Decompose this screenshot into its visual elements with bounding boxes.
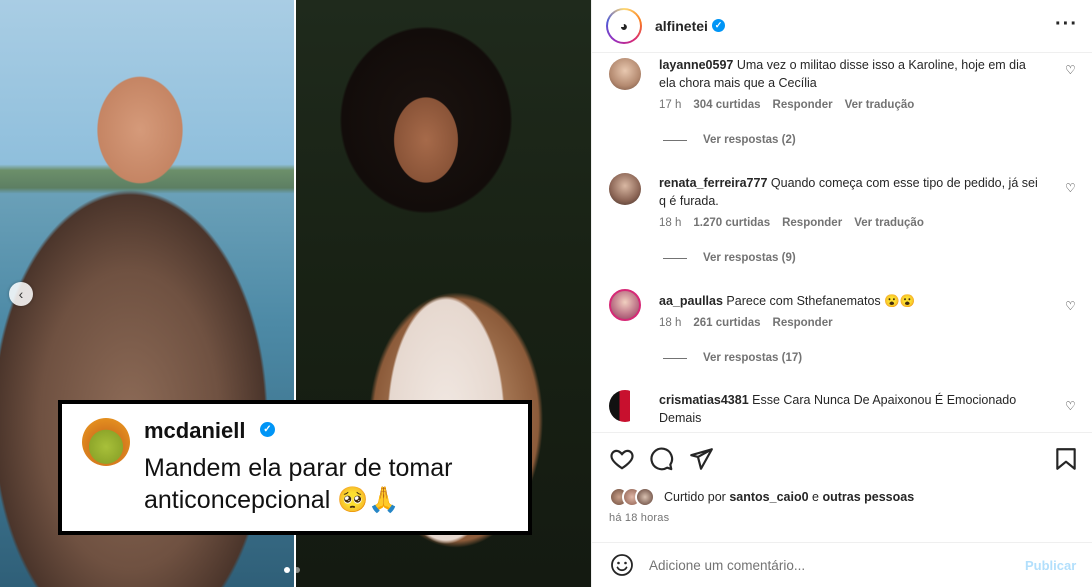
liked-by-summary[interactable]: Curtido por santos_caio0 e outras pessoa… [664, 490, 914, 504]
reply-button[interactable]: Responder [773, 99, 833, 111]
add-comment-bar: Publicar [592, 542, 1092, 587]
heart-icon[interactable] [609, 446, 635, 472]
translate-button[interactable]: Ver tradução [854, 217, 924, 229]
comment-likes[interactable]: 261 curtidas [693, 317, 760, 329]
quoted-username: mcdaniell [144, 418, 246, 443]
post-actions: Curtido por santos_caio0 e outras pessoa… [592, 432, 1092, 542]
comment-username[interactable]: crismatias4381 [659, 393, 749, 407]
comments-list[interactable]: layanne0597 Uma vez o militao disse isso… [592, 53, 1092, 432]
post-media[interactable]: ‹ mcdaniell ✓ Mandem ela parar de tomar … [0, 0, 591, 587]
heart-icon[interactable]: ♡ [1065, 181, 1076, 195]
quoted-comment-text: Mandem ela parar de tomar anticoncepcion… [144, 454, 453, 514]
comment-username[interactable]: aa_paullas [659, 294, 723, 308]
heart-icon[interactable]: ♡ [1065, 63, 1076, 77]
post-timestamp[interactable]: há 18 horas [609, 512, 669, 524]
author-avatar[interactable]: ◕ [606, 8, 642, 44]
avatar[interactable] [609, 173, 641, 205]
avatar[interactable] [609, 58, 641, 90]
heart-icon[interactable]: ♡ [1065, 399, 1076, 413]
quoted-comment-card: mcdaniell ✓ Mandem ela parar de tomar an… [58, 400, 532, 535]
comment-username[interactable]: renata_ferreira777 [659, 176, 767, 190]
view-replies-button[interactable]: Ver respostas (9) [663, 252, 796, 264]
post-header: ◕ alfinetei ✓ ··· [592, 0, 1092, 53]
send-icon[interactable] [688, 446, 714, 472]
chevron-left-icon: ‹ [18, 286, 24, 302]
comment-username[interactable]: layanne0597 [659, 58, 733, 72]
verified-badge-icon: ✓ [712, 19, 725, 32]
bookmark-icon[interactable] [1053, 446, 1079, 472]
comment-likes[interactable]: 304 curtidas [693, 99, 760, 111]
carousel-dot-active [284, 567, 290, 573]
view-replies-button[interactable]: Ver respostas (2) [663, 134, 796, 146]
verified-badge-icon: ✓ [260, 422, 275, 437]
post-side-panel: ◕ alfinetei ✓ ··· layanne0597 Uma vez o … [591, 0, 1092, 587]
comment-text: Parece com Sthefanematos 😮😮 [726, 294, 916, 308]
avatar[interactable] [609, 289, 641, 321]
comment-input[interactable] [649, 555, 1009, 575]
publish-button[interactable]: Publicar [1025, 558, 1076, 573]
heart-icon[interactable]: ♡ [1065, 299, 1076, 313]
carousel-prev-button[interactable]: ‹ [9, 282, 33, 306]
comment-time: 18 h [659, 217, 682, 229]
more-horizontal-icon[interactable]: ··· [1055, 13, 1078, 36]
comment-icon[interactable] [648, 446, 674, 472]
carousel-dot [294, 567, 300, 573]
view-replies-button[interactable]: Ver respostas (17) [663, 352, 802, 364]
comment-time: 17 h [659, 99, 682, 111]
liked-by-avatars[interactable] [609, 487, 661, 507]
reply-button[interactable]: Responder [782, 217, 842, 229]
emoji-icon[interactable] [610, 553, 634, 577]
translate-button[interactable]: Ver tradução [845, 99, 915, 111]
reply-button[interactable]: Responder [773, 317, 833, 329]
comment-time: 18 h [659, 317, 682, 329]
author-username[interactable]: alfinetei [655, 18, 708, 34]
avatar [82, 418, 130, 466]
carousel-indicator [284, 567, 300, 573]
avatar[interactable] [609, 390, 641, 422]
comment-likes[interactable]: 1.270 curtidas [693, 217, 770, 229]
